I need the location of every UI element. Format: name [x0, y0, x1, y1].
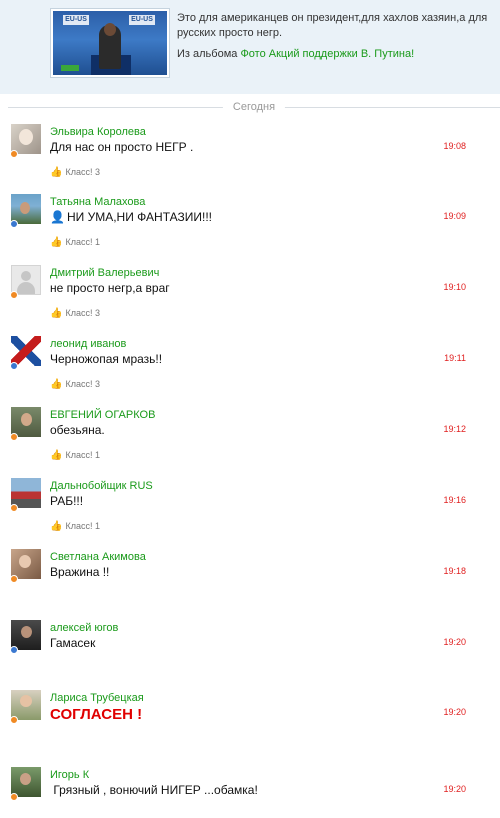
- comment-item: алексей югов Гамасек 19:20: [0, 620, 500, 690]
- like-button[interactable]: 👍 Класс! 3: [50, 166, 100, 179]
- commenter-name[interactable]: Дальнобойщик RUS: [50, 479, 153, 493]
- comment-item: Светлана Акимова Вражина !! 19:18: [0, 549, 500, 619]
- comment-time: 19:12: [443, 424, 466, 434]
- comment-time: 19:18: [443, 566, 466, 576]
- comment-time: 19:20: [443, 707, 466, 717]
- commenter-name[interactable]: Дмитрий Валерьевич: [50, 266, 159, 280]
- like-count: Класс! 3: [65, 308, 100, 318]
- like-button[interactable]: 👍 Класс! 3: [50, 307, 100, 320]
- commenter-name[interactable]: Татьяна Малахова: [50, 195, 145, 209]
- comment-text: РАБ!!!: [50, 494, 84, 508]
- comment-text: Гамасек: [50, 636, 96, 650]
- comment-text-value: НИ УМА,НИ ФАНТАЗИИ!!!: [66, 210, 212, 224]
- online-status-dot: [10, 362, 18, 370]
- commenter-name[interactable]: алексей югов: [50, 621, 118, 635]
- thumbs-up-icon: 👍: [50, 521, 63, 532]
- comment-item: Игорь К Грязный , вонючий НИГЕР ...обамк…: [0, 767, 500, 817]
- commenter-name[interactable]: Светлана Акимова: [50, 550, 146, 564]
- date-divider: Сегодня: [8, 100, 500, 114]
- like-button[interactable]: 👍 Класс! 1: [50, 236, 100, 249]
- comment-time: 19:09: [443, 211, 466, 221]
- commenter-name[interactable]: Лариса Трубецкая: [50, 691, 144, 705]
- thumbs-up-icon: 👍: [50, 450, 63, 461]
- thumbs-up-icon: 👍: [50, 308, 63, 319]
- comment-time: 19:16: [443, 495, 466, 505]
- commenter-name[interactable]: Эльвира Королева: [50, 125, 146, 139]
- album-photo-thumbnail[interactable]: EU-US EU-US: [50, 8, 170, 78]
- photo-caption: Это для американцев он президент,для хах…: [177, 12, 488, 39]
- online-status-dot: [10, 220, 18, 228]
- like-count: Класс! 1: [65, 521, 100, 531]
- comment-text: Вражина !!: [50, 565, 110, 579]
- comment-item: Дмитрий Валерьевич не просто негр,а враг…: [0, 265, 500, 335]
- thumbs-up-icon: 👍: [50, 379, 63, 390]
- comment-time: 19:20: [443, 784, 466, 794]
- comment-item: леонид иванов Черножопая мразь!! 19:11 👍…: [0, 336, 500, 406]
- commenter-name[interactable]: ЕВГЕНИЙ ОГАРКОВ: [50, 408, 155, 422]
- comment-text: Грязный , вонючий НИГЕР ...обамка!: [50, 783, 258, 797]
- album-prefix: Из альбома: [177, 48, 238, 60]
- online-status-dot: [10, 575, 18, 583]
- comment-item: Татьяна Малахова 👤 НИ УМА,НИ ФАНТАЗИИ!!! …: [0, 194, 500, 264]
- comment-item: ЕВГЕНИЙ ОГАРКОВ обезьяна. 19:12 👍 Класс! …: [0, 407, 500, 477]
- commenter-name[interactable]: Игорь К: [50, 768, 89, 782]
- online-status-dot: [10, 433, 18, 441]
- like-count: Класс! 3: [65, 167, 100, 177]
- comment-text: Для нас он просто НЕГР .: [50, 140, 194, 154]
- photo-caption-block: Это для американцев он президент,для хах…: [177, 11, 495, 62]
- comment-item: Дальнобойщик RUS РАБ!!! 19:16 👍 Класс! 1: [0, 478, 500, 548]
- online-status-dot: [10, 150, 18, 158]
- photo-sign-right: EU-US: [129, 15, 155, 25]
- comment-item: Лариса Трубецкая СОГЛАСЕН ! 19:20: [0, 690, 500, 760]
- comment-time: 19:11: [444, 353, 466, 363]
- online-status-dot: [10, 504, 18, 512]
- photo-sign-left: EU-US: [63, 15, 89, 25]
- online-status-dot: [10, 291, 18, 299]
- album-link[interactable]: Фото Акций поддержки В. Путина!: [240, 48, 414, 60]
- comment-text: Черножопая мразь!!: [50, 352, 163, 366]
- album-photo-header: EU-US EU-US Это для американцев он прези…: [0, 0, 500, 94]
- comment-text: не просто негр,а враг: [50, 281, 170, 295]
- comment-time: 19:08: [443, 141, 466, 151]
- like-count: Класс! 1: [65, 450, 100, 460]
- album-line: Из альбома Фото Акций поддержки В. Путин…: [177, 47, 495, 62]
- comment-text: обезьяна.: [50, 423, 105, 437]
- comment-item: Эльвира Королева Для нас он просто НЕГР …: [0, 124, 500, 194]
- commenter-name[interactable]: леонид иванов: [50, 337, 126, 351]
- like-button[interactable]: 👍 Класс! 1: [50, 520, 100, 533]
- like-count: Класс! 3: [65, 379, 100, 389]
- like-button[interactable]: 👍 Класс! 3: [50, 378, 100, 391]
- like-count: Класс! 1: [65, 237, 100, 247]
- thumbs-up-icon: 👍: [50, 167, 63, 178]
- comment-text: СОГЛАСЕН !: [50, 706, 143, 723]
- online-status-dot: [10, 793, 18, 801]
- comment-time: 19:20: [443, 637, 466, 647]
- like-button[interactable]: 👍 Класс! 1: [50, 449, 100, 462]
- online-status-dot: [10, 646, 18, 654]
- user-silhouette-icon: 👤: [50, 210, 65, 224]
- date-divider-label: Сегодня: [222, 100, 286, 114]
- thumbs-up-icon: 👍: [50, 237, 63, 248]
- comment-time: 19:10: [443, 282, 466, 292]
- online-status-dot: [10, 716, 18, 724]
- comment-text: 👤 НИ УМА,НИ ФАНТАЗИИ!!!: [50, 209, 212, 225]
